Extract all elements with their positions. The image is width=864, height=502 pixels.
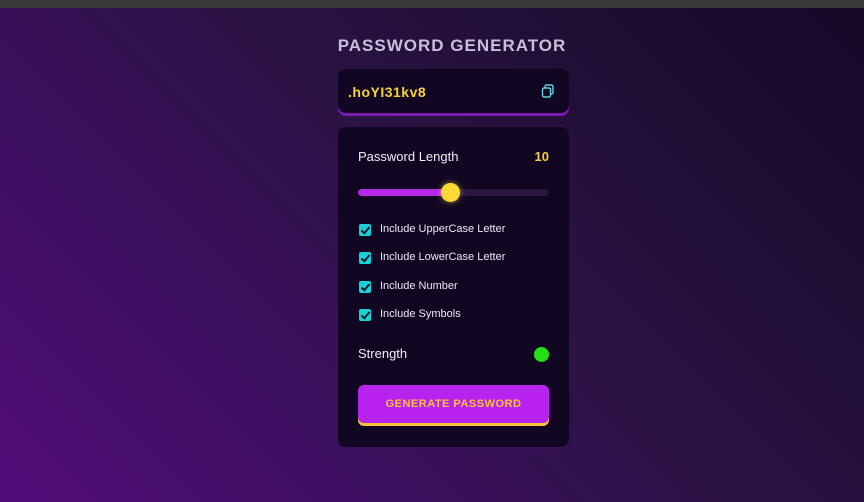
- length-label: Password Length: [358, 149, 459, 164]
- checkbox-check-icon[interactable]: [359, 252, 371, 264]
- checkbox-check-icon[interactable]: [359, 224, 371, 236]
- lowercase-label: Include LowerCase Letter: [380, 251, 506, 263]
- copy-icon[interactable]: [541, 84, 555, 98]
- password-display: .hoYI31kv8: [338, 69, 569, 113]
- slider-fill: [358, 189, 450, 196]
- generated-password: .hoYI31kv8: [348, 84, 427, 100]
- settings-card: Password Length 10 Include UpperCase Let…: [338, 127, 569, 447]
- strength-indicator: [534, 347, 549, 362]
- uppercase-label: Include UpperCase Letter: [380, 223, 506, 235]
- checkbox-check-icon[interactable]: [359, 309, 371, 321]
- generate-password-button[interactable]: GENERATE PASSWORD: [358, 385, 549, 423]
- length-value: 10: [534, 149, 549, 164]
- strength-label: Strength: [358, 346, 408, 361]
- checkbox-check-icon[interactable]: [359, 281, 371, 293]
- length-slider[interactable]: [358, 183, 549, 202]
- symbols-label: Include Symbols: [380, 308, 461, 320]
- strength-row: Strength: [358, 346, 549, 364]
- slider-thumb[interactable]: [440, 183, 460, 202]
- page-title: PASSWORD GENERATOR: [337, 36, 567, 55]
- window-top-bar: [0, 0, 864, 8]
- length-row: Password Length 10: [358, 149, 549, 167]
- number-label: Include Number: [380, 280, 458, 292]
